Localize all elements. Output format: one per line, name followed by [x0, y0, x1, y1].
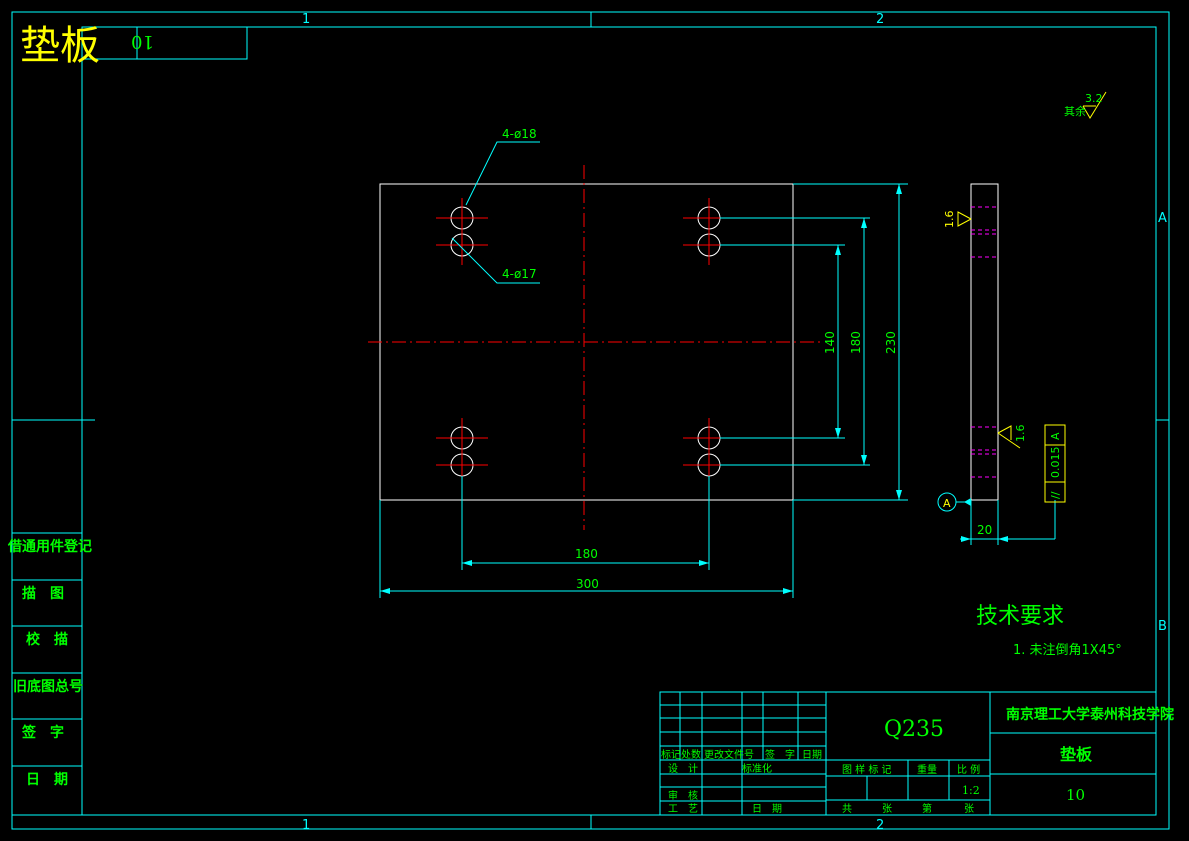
- title-school: 南京理工大学泰州科技学院: [1006, 706, 1174, 723]
- zone-col2-bottom: 2: [876, 818, 884, 833]
- header-code: 10: [131, 31, 154, 52]
- title-scale-label: 比 例: [957, 763, 980, 776]
- tolerance-symbol: //: [1049, 491, 1062, 499]
- title-row-mark: 标记: [661, 749, 681, 761]
- side-roughness-bottom: 1.6: [1014, 425, 1027, 443]
- header-title: 垫板: [20, 23, 100, 69]
- dim-20: 20: [977, 523, 992, 537]
- side-table-row-3: 校 描: [26, 631, 68, 648]
- title-total: 共: [842, 803, 852, 815]
- title-scale: 1:2: [962, 784, 980, 797]
- side-roughness-top: 1.6: [943, 211, 956, 229]
- side-table-row-2: 描 图: [22, 585, 64, 602]
- sheet-frame: [11, 11, 1170, 830]
- tech-item-1: 1. 未注倒角1X45°: [1013, 643, 1122, 658]
- title-material: Q235: [884, 717, 944, 742]
- title-drawing-no: 10: [1066, 786, 1085, 804]
- drawing-sheet: 1 2 1 2 A B 垫板 10 其余 3.2 4-ø18 4-ø17 140…: [7, 11, 1174, 833]
- dim-140: 140: [823, 331, 837, 354]
- title-page: 第: [922, 802, 932, 815]
- title-row-count: 处数: [681, 748, 701, 761]
- dimension-lines: [379, 183, 908, 598]
- side-view: [937, 183, 1066, 545]
- front-view: [368, 165, 820, 530]
- side-table-row-4: 旧底图总号: [13, 678, 83, 695]
- dim-180-horizontal: 180: [575, 547, 598, 561]
- title-part-name: 垫板: [1060, 745, 1093, 764]
- title-date: 日 期: [752, 803, 782, 815]
- title-weight: 重量: [917, 763, 937, 776]
- title-sheet2: 张: [964, 803, 974, 815]
- zone-row-a: A: [1158, 211, 1167, 226]
- dim-180-vertical: 180: [849, 331, 863, 354]
- tolerance-datum: A: [1049, 432, 1062, 440]
- side-table-row-5: 签 字: [21, 724, 64, 741]
- title-stage: 图 样 标 记: [842, 763, 892, 776]
- hole-callout-top: 4-ø18: [502, 127, 537, 141]
- datum-label: A: [943, 497, 951, 510]
- zone-col2-top: 2: [876, 12, 884, 27]
- zone-col1-top: 1: [302, 12, 310, 27]
- side-table-row-1: 借通用件登记: [7, 538, 92, 555]
- hole-callout-leaders: [451, 141, 540, 284]
- title-row-sign: 签 字: [765, 748, 795, 761]
- title-review: 审 核: [668, 789, 698, 802]
- side-table-row-6: 日 期: [26, 772, 68, 788]
- title-design: 设 计: [668, 762, 698, 775]
- tolerance-value: 0.015: [1049, 447, 1062, 479]
- hole-callout-bottom: 4-ø17: [502, 267, 537, 281]
- tech-title: 技术要求: [976, 604, 1064, 629]
- title-row-date: 日期: [802, 749, 822, 761]
- zone-row-b: B: [1158, 619, 1167, 634]
- dim-300: 300: [576, 577, 599, 591]
- title-craft: 工 艺: [668, 803, 698, 815]
- dim-230: 230: [884, 331, 898, 354]
- roughness-rest-value: 3.2: [1085, 92, 1103, 105]
- title-row-change-doc: 更改文件号: [704, 748, 754, 761]
- title-standardize: 标准化: [742, 762, 772, 775]
- roughness-rest-label: 其余: [1064, 104, 1086, 118]
- zone-col1-bottom: 1: [302, 818, 310, 833]
- title-sheet: 张: [882, 803, 892, 815]
